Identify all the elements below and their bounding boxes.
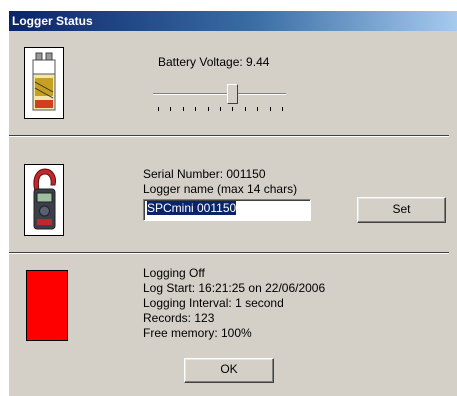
set-button-label: Set (392, 202, 411, 216)
logger-status-window: Logger Status Battery Voltage: 9.44 Seri… (8, 10, 457, 396)
window-title: Logger Status (12, 14, 93, 28)
ok-button-label: OK (220, 362, 238, 376)
serial-number-label: Serial Number: 001150 (143, 167, 266, 181)
slider-tick (170, 107, 171, 111)
slider-tick (257, 107, 258, 111)
battery-icon (24, 47, 64, 119)
slider-tick (270, 107, 271, 111)
slider-tick (245, 107, 246, 111)
status-logging-interval: Logging Interval: 1 second (143, 296, 284, 310)
slider-tick (183, 107, 184, 111)
clamp-meter-icon (24, 164, 64, 236)
separator-2 (9, 252, 449, 254)
logger-name-label: Logger name (max 14 chars) (143, 182, 298, 196)
separator-1 (9, 135, 449, 137)
status-log-start: Log Start: 16:21:25 on 22/06/2006 (143, 281, 326, 295)
slider-tick (220, 107, 221, 111)
battery-slider-thumb[interactable] (227, 84, 238, 104)
status-records: Records: 123 (143, 311, 215, 325)
slider-tick (282, 107, 283, 111)
battery-voltage-label: Battery Voltage: 9.44 (158, 55, 270, 69)
logging-status-indicator (26, 270, 68, 341)
status-logging-state: Logging Off (143, 266, 205, 280)
slider-tick (158, 107, 159, 111)
slider-tick (232, 107, 233, 111)
battery-slider-track (153, 93, 286, 95)
set-button[interactable]: Set (357, 197, 446, 223)
slider-tick (195, 107, 196, 111)
logger-name-value: SPCmini 001150 (147, 201, 237, 215)
logger-name-input[interactable]: SPCmini 001150 (143, 199, 311, 221)
ok-button[interactable]: OK (184, 358, 274, 383)
slider-tick (208, 107, 209, 111)
title-bar: Logger Status (9, 11, 457, 31)
status-free-memory: Free memory: 100% (143, 326, 252, 340)
